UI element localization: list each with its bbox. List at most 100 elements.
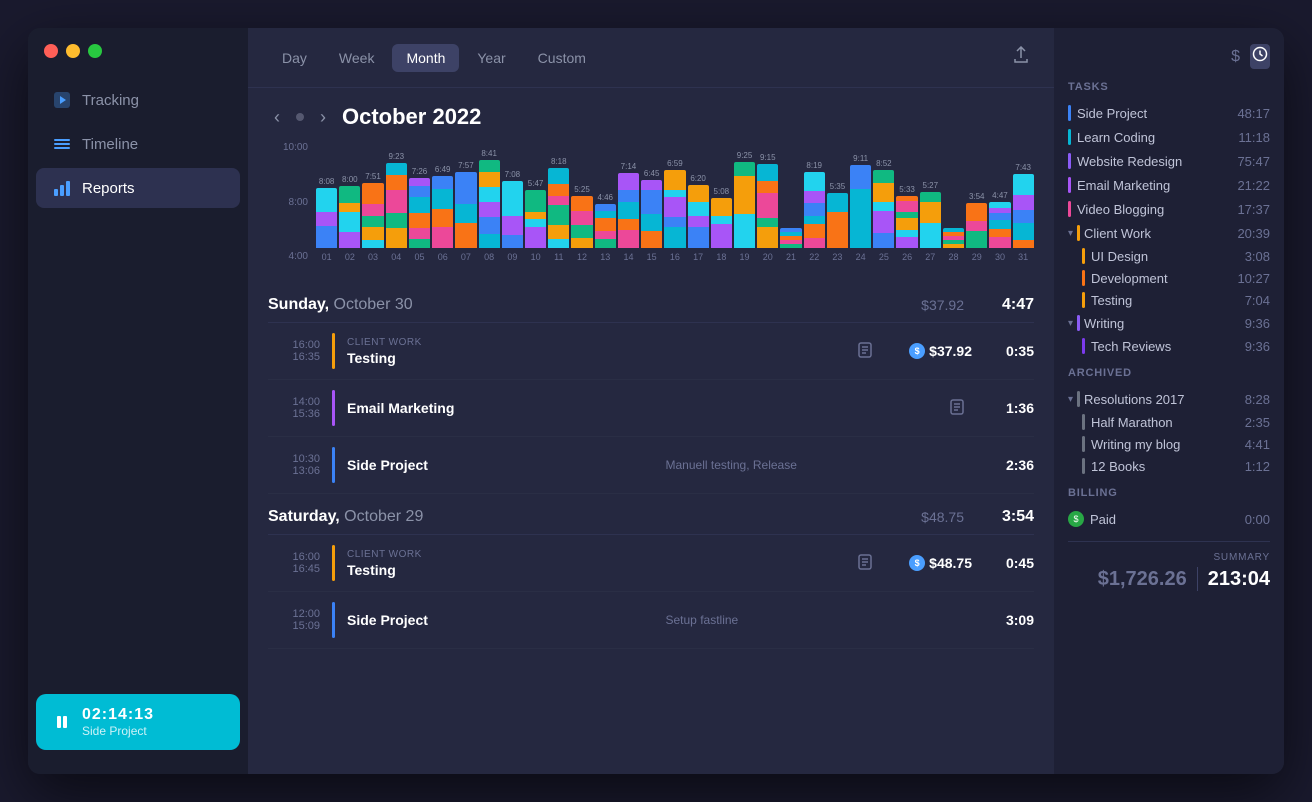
archived-sub-time: 1:12	[1234, 459, 1270, 474]
bar-column: 6:4515	[641, 169, 662, 262]
day-total-money: $37.92	[921, 297, 964, 313]
summary-section: SUMMARY $1,726.26 213:04	[1068, 541, 1270, 591]
sidebar-item-timeline-label: Timeline	[82, 136, 138, 153]
tab-custom[interactable]: Custom	[524, 44, 600, 72]
bar-label: 7:14	[621, 162, 637, 171]
next-month-button[interactable]: ›	[314, 105, 332, 130]
bar-segment	[432, 209, 453, 227]
sub-task-item[interactable]: Development 10:27	[1068, 267, 1270, 289]
archived-group-name: Resolutions 2017	[1084, 392, 1241, 407]
archived-sub-item[interactable]: Half Marathon 2:35	[1068, 411, 1270, 433]
bar-date-label: 06	[438, 252, 448, 262]
bar-stack	[595, 204, 616, 248]
group-header[interactable]: ▾ Writing 9:36	[1068, 311, 1270, 335]
clock-icon-button[interactable]	[1250, 44, 1270, 69]
bar-segment	[688, 227, 709, 248]
traffic-light-fullscreen[interactable]	[88, 44, 102, 58]
traffic-light-close[interactable]	[44, 44, 58, 58]
bar-segment	[595, 239, 616, 248]
tab-month[interactable]: Month	[392, 44, 459, 72]
bar-stack	[432, 176, 453, 248]
bar-segment	[804, 172, 825, 191]
bar-segment	[618, 190, 639, 202]
sub-task-item[interactable]: Tech Reviews 9:36	[1068, 335, 1270, 357]
bar-column: 5:2512	[571, 185, 592, 262]
timeline-icon	[52, 134, 72, 154]
bar-segment	[409, 213, 430, 228]
bar-label: 5:35	[830, 182, 846, 191]
pause-icon[interactable]	[52, 712, 72, 732]
bar-segment	[479, 160, 500, 172]
archived-sub-item[interactable]: 12 Books 1:12	[1068, 455, 1270, 477]
task-item[interactable]: Email Marketing 21:22	[1068, 173, 1270, 197]
bar-segment	[548, 196, 569, 205]
sidebar-item-tracking[interactable]: Tracking	[36, 80, 240, 120]
task-name: Email Marketing	[1077, 178, 1228, 193]
bar-label: 8:41	[481, 149, 497, 158]
bar-label: 5:33	[899, 185, 915, 194]
dollar-icon-button[interactable]: $	[1229, 44, 1242, 69]
task-item[interactable]: Website Redesign 75:47	[1068, 149, 1270, 173]
summary-money: $1,726.26	[1098, 568, 1187, 591]
bar-segment	[618, 173, 639, 190]
doc-icon[interactable]	[850, 342, 880, 361]
bar-label: 7:57	[458, 161, 474, 170]
bar-date-label: 02	[345, 252, 355, 262]
bar-label: 7:51	[365, 172, 381, 181]
sidebar-item-reports[interactable]: Reports	[36, 168, 240, 208]
bar-stack	[618, 173, 639, 248]
tab-day[interactable]: Day	[268, 44, 321, 72]
bar-segment	[1013, 210, 1034, 223]
prev-month-button[interactable]: ‹	[268, 105, 286, 130]
doc-icon[interactable]	[850, 554, 880, 573]
tab-year[interactable]: Year	[463, 44, 519, 72]
top-bar: Day Week Month Year Custom	[248, 28, 1054, 88]
sub-task-item[interactable]: UI Design 3:08	[1068, 245, 1270, 267]
group-color-bar	[1077, 225, 1080, 241]
bar-column: 8:1922	[804, 161, 825, 262]
share-button[interactable]	[1008, 42, 1034, 73]
sidebar-item-timeline[interactable]: Timeline	[36, 124, 240, 164]
bar-segment	[757, 227, 778, 248]
sidebar-item-reports-label: Reports	[82, 180, 135, 197]
traffic-lights	[28, 44, 248, 78]
entry-time: 16:0016:45	[268, 551, 320, 575]
bar-date-label: 05	[414, 252, 424, 262]
group-header[interactable]: ▾ Client Work 20:39	[1068, 221, 1270, 245]
summary-divider	[1197, 567, 1198, 591]
bar-stack	[873, 170, 894, 248]
bar-label: 8:00	[342, 175, 358, 184]
bar-segment	[780, 244, 801, 248]
task-time: 75:47	[1234, 154, 1270, 169]
task-item[interactable]: Video Blogging 17:37	[1068, 197, 1270, 221]
sub-task-item[interactable]: Testing 7:04	[1068, 289, 1270, 311]
archived-sub-name: 12 Books	[1091, 459, 1228, 474]
archived-sub-color-bar	[1082, 436, 1085, 452]
task-item[interactable]: Learn Coding 11:18	[1068, 125, 1270, 149]
summary-label: SUMMARY	[1068, 552, 1270, 563]
task-item[interactable]: Side Project 48:17	[1068, 101, 1270, 125]
bar-segment	[711, 198, 732, 216]
entry-time: 14:0015:36	[268, 396, 320, 420]
timer-bar[interactable]: 02:14:13 Side Project	[36, 694, 240, 750]
traffic-light-minimize[interactable]	[66, 44, 80, 58]
bar-segment	[688, 185, 709, 202]
archived-sub-item[interactable]: Writing my blog 4:41	[1068, 433, 1270, 455]
bar-column: 7:2605	[409, 167, 430, 262]
tab-week[interactable]: Week	[325, 44, 389, 72]
bar-segment	[873, 233, 894, 248]
archived-group-header[interactable]: ▾ Resolutions 2017 8:28	[1068, 387, 1270, 411]
task-time: 17:37	[1234, 202, 1270, 217]
doc-icon[interactable]	[942, 399, 972, 418]
bar-column: 7:0809	[502, 170, 523, 262]
entry-category: CLIENT WORK	[347, 337, 838, 348]
entry-row: 12:0015:09Side ProjectSetup fastline3:09	[268, 592, 1034, 649]
bar-segment	[757, 193, 778, 218]
task-name: Learn Coding	[1077, 130, 1228, 145]
app-window: Tracking Timeline Reports	[28, 28, 1284, 774]
bar-column: 7:5103	[362, 172, 383, 262]
paid-icon: $	[1068, 511, 1084, 527]
entry-name: Testing	[347, 562, 838, 578]
archived-sub-color-bar	[1082, 458, 1085, 474]
bar-segment	[386, 175, 407, 190]
